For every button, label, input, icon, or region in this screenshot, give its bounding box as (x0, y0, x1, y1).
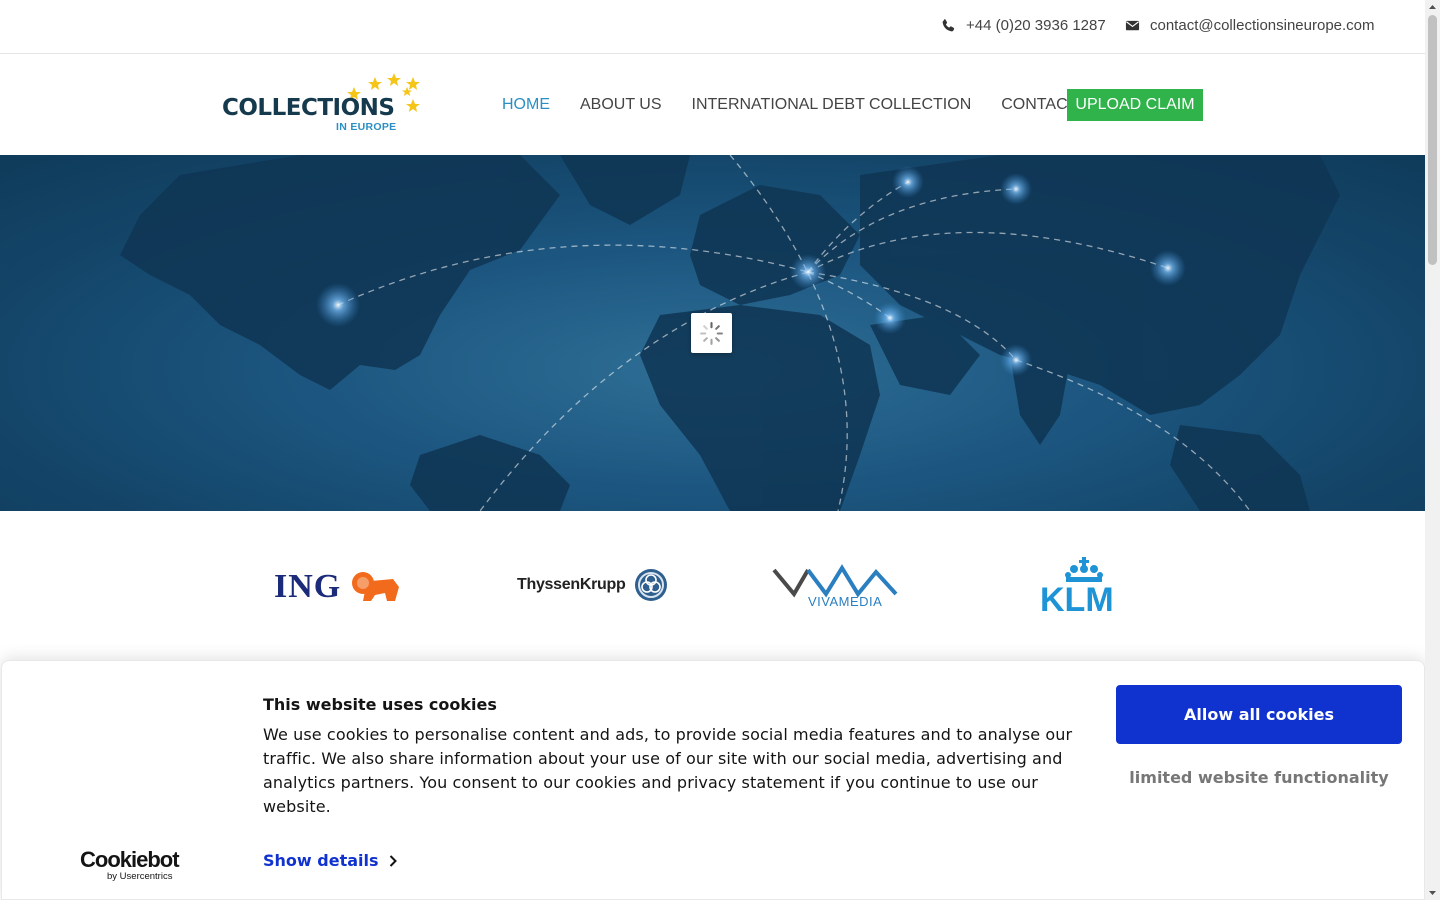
phone-contact[interactable]: +44 (0)20 3936 1287 (941, 17, 1106, 34)
cookiebot-brand: Cookiebot (80, 847, 180, 872)
scroll-down-arrow-icon[interactable] (1425, 885, 1440, 900)
spinner-icon (700, 322, 723, 345)
vivamedia-logo: VIVAMEDIA (772, 564, 902, 608)
email-address: contact@collectionsineurope.com (1150, 17, 1375, 34)
limited-functionality-button[interactable]: limited website functionality (1116, 761, 1402, 795)
main-nav: HOME ABOUT US INTERNATIONAL DEBT COLLECT… (502, 96, 1107, 114)
envelope-icon (1125, 20, 1140, 31)
nav-home[interactable]: HOME (502, 96, 550, 114)
nav-international-debt-collection[interactable]: INTERNATIONAL DEBT COLLECTION (692, 96, 972, 114)
thyssenkrupp-logo-text: ThyssenKrupp (517, 576, 626, 593)
show-details-label: Show details (263, 851, 379, 870)
cookie-title: This website uses cookies (263, 695, 497, 714)
thyssenkrupp-logo: ThyssenKrupp (517, 568, 668, 602)
klm-logo: KLM (1038, 555, 1134, 613)
klm-logo-text: KLM (1040, 581, 1114, 613)
vivamedia-logo-text: VIVAMEDIA (808, 594, 882, 608)
thyssenkrupp-emblem-icon (635, 569, 668, 601)
logo-subtitle: IN EUROPE (336, 121, 397, 133)
contact-bar: +44 (0)20 3936 1287 contact@collectionsi… (0, 0, 1425, 54)
phone-icon (942, 19, 955, 32)
show-details-link[interactable]: Show details (263, 851, 397, 870)
logo-title: COLLECTIONS (222, 95, 395, 121)
cookie-description: We use cookies to personalise content an… (263, 725, 1073, 816)
nav-contact[interactable]: CONTACT (1001, 96, 1077, 114)
scrollbar-thumb[interactable] (1428, 15, 1437, 265)
nav-about-us[interactable]: ABOUT US (580, 96, 662, 114)
cookiebot-logo: Cookiebot by Usercentrics (80, 847, 180, 882)
allow-all-cookies-button[interactable]: Allow all cookies (1116, 685, 1402, 744)
upload-claim-button[interactable]: UPLOAD CLAIM (1067, 89, 1203, 121)
ing-logo: ING (274, 567, 401, 607)
scroll-up-arrow-icon[interactable] (1425, 0, 1440, 15)
loading-spinner (691, 313, 732, 353)
vertical-scrollbar[interactable] (1425, 0, 1440, 900)
client-logos: ING ThyssenKrupp VIVAMEDIA KLM (0, 511, 1425, 661)
ing-logo-text: ING (274, 568, 342, 605)
site-header: COLLECTIONS IN EUROPE HOME ABOUT US INTE… (0, 55, 1425, 155)
vivamedia-logo-mark: VIVAMEDIA (772, 564, 898, 608)
email-contact[interactable]: contact@collectionsineurope.com (1125, 17, 1375, 34)
chevron-right-icon (389, 854, 397, 867)
ing-lion-icon (352, 572, 400, 601)
cookie-banner: Cookiebot by Usercentrics This website u… (1, 660, 1425, 900)
site-logo[interactable]: COLLECTIONS IN EUROPE (222, 67, 422, 133)
page: +44 (0)20 3936 1287 contact@collectionsi… (0, 0, 1425, 900)
hero-world-map (0, 155, 1425, 511)
klm-logo-mark: KLM (1040, 557, 1114, 613)
cookiebot-brand-sub: by Usercentrics (107, 871, 173, 882)
phone-number: +44 (0)20 3936 1287 (966, 17, 1106, 34)
